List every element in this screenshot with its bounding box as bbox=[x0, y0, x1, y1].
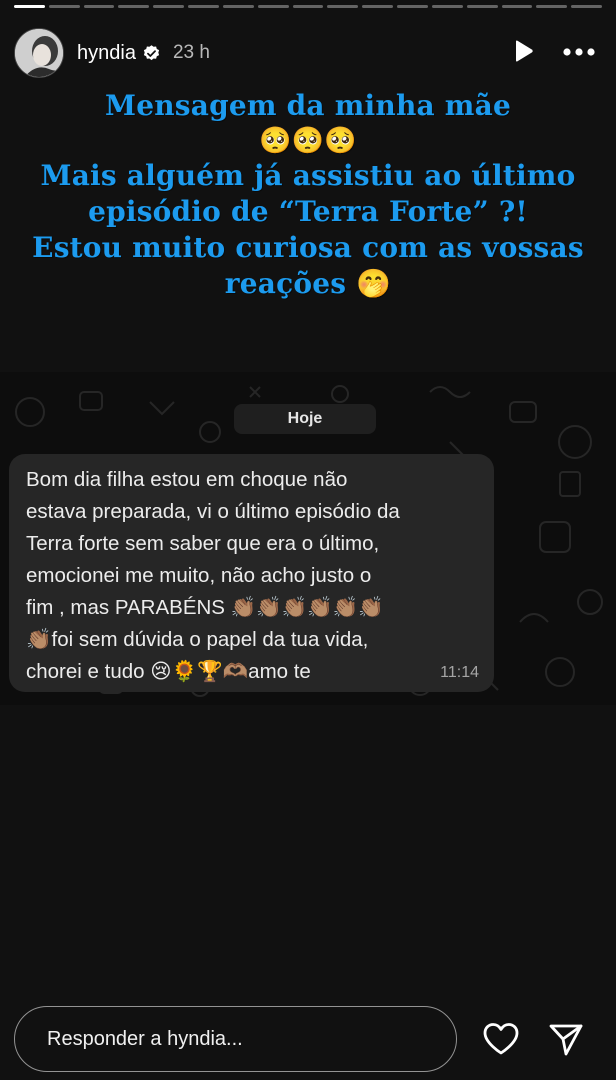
more-icon[interactable] bbox=[562, 44, 596, 62]
progress-segment bbox=[397, 5, 428, 8]
progress-segment bbox=[466, 5, 498, 8]
progress-segment bbox=[14, 5, 45, 8]
progress-segment bbox=[536, 5, 568, 8]
verified-badge-icon bbox=[142, 44, 161, 63]
progress-segment bbox=[292, 5, 324, 8]
heart-icon[interactable] bbox=[482, 1022, 520, 1061]
date-chip: Hoje bbox=[234, 404, 376, 434]
progress-segment bbox=[222, 5, 254, 8]
caption-line: episódio de “Terra Forte” ?! bbox=[88, 195, 528, 228]
progress-segment bbox=[571, 5, 603, 8]
avatar[interactable] bbox=[14, 28, 64, 78]
send-icon[interactable] bbox=[548, 1022, 584, 1063]
progress-segment bbox=[188, 5, 219, 8]
caption-line: Mensagem da minha mãe bbox=[105, 89, 511, 122]
progress-segment bbox=[327, 5, 359, 8]
progress-segment bbox=[257, 5, 289, 8]
message-line: Bom dia filha estou em choque não bbox=[26, 468, 348, 491]
message-line: emocionei me muito, não acho justo o bbox=[26, 564, 372, 587]
message-line: estava preparada, vi o último episódio d… bbox=[26, 500, 400, 523]
reply-input[interactable] bbox=[47, 1027, 456, 1051]
story-header: hyndia 23 h bbox=[14, 26, 602, 80]
progress-segment bbox=[431, 5, 463, 8]
progress-segment bbox=[362, 5, 394, 8]
story-progress bbox=[14, 5, 603, 8]
message-bubble: Bom dia filha estou em choque não estava… bbox=[9, 454, 494, 692]
message-line: chorei e tudo 😢🌻🏆🫶🏽amo te bbox=[26, 660, 311, 683]
message-time: 11:14 bbox=[440, 664, 479, 681]
play-icon[interactable] bbox=[512, 39, 534, 68]
progress-segment bbox=[83, 5, 115, 8]
caption-line: reações 🤭 bbox=[224, 267, 392, 300]
caption-emoji-line: 🥺🥺🥺 bbox=[259, 126, 357, 156]
message-line: Terra forte sem saber que era o último, bbox=[26, 532, 380, 555]
progress-segment bbox=[153, 5, 185, 8]
progress-segment bbox=[501, 5, 533, 8]
reply-box[interactable] bbox=[14, 1006, 457, 1072]
progress-segment bbox=[48, 5, 80, 8]
story-caption: Mensagem da minha mãe 🥺🥺🥺 Mais alguém já… bbox=[10, 88, 606, 302]
caption-line: Mais alguém já assistiu ao último bbox=[40, 159, 576, 192]
progress-segment bbox=[118, 5, 150, 8]
post-time: 23 h bbox=[172, 42, 210, 63]
chat-screenshot: Hoje Bom dia filha estou em choque não e… bbox=[0, 372, 616, 705]
story-footer bbox=[14, 1006, 602, 1072]
username[interactable]: hyndia bbox=[77, 42, 136, 65]
message-line: fim , mas PARABÉNS 👏🏽👏🏽👏🏽👏🏽👏🏽👏🏽 bbox=[26, 596, 384, 619]
caption-line: Estou muito curiosa com as vossas bbox=[32, 231, 584, 264]
message-line: 👏🏽foi sem dúvida o papel da tua vida, bbox=[26, 628, 369, 651]
